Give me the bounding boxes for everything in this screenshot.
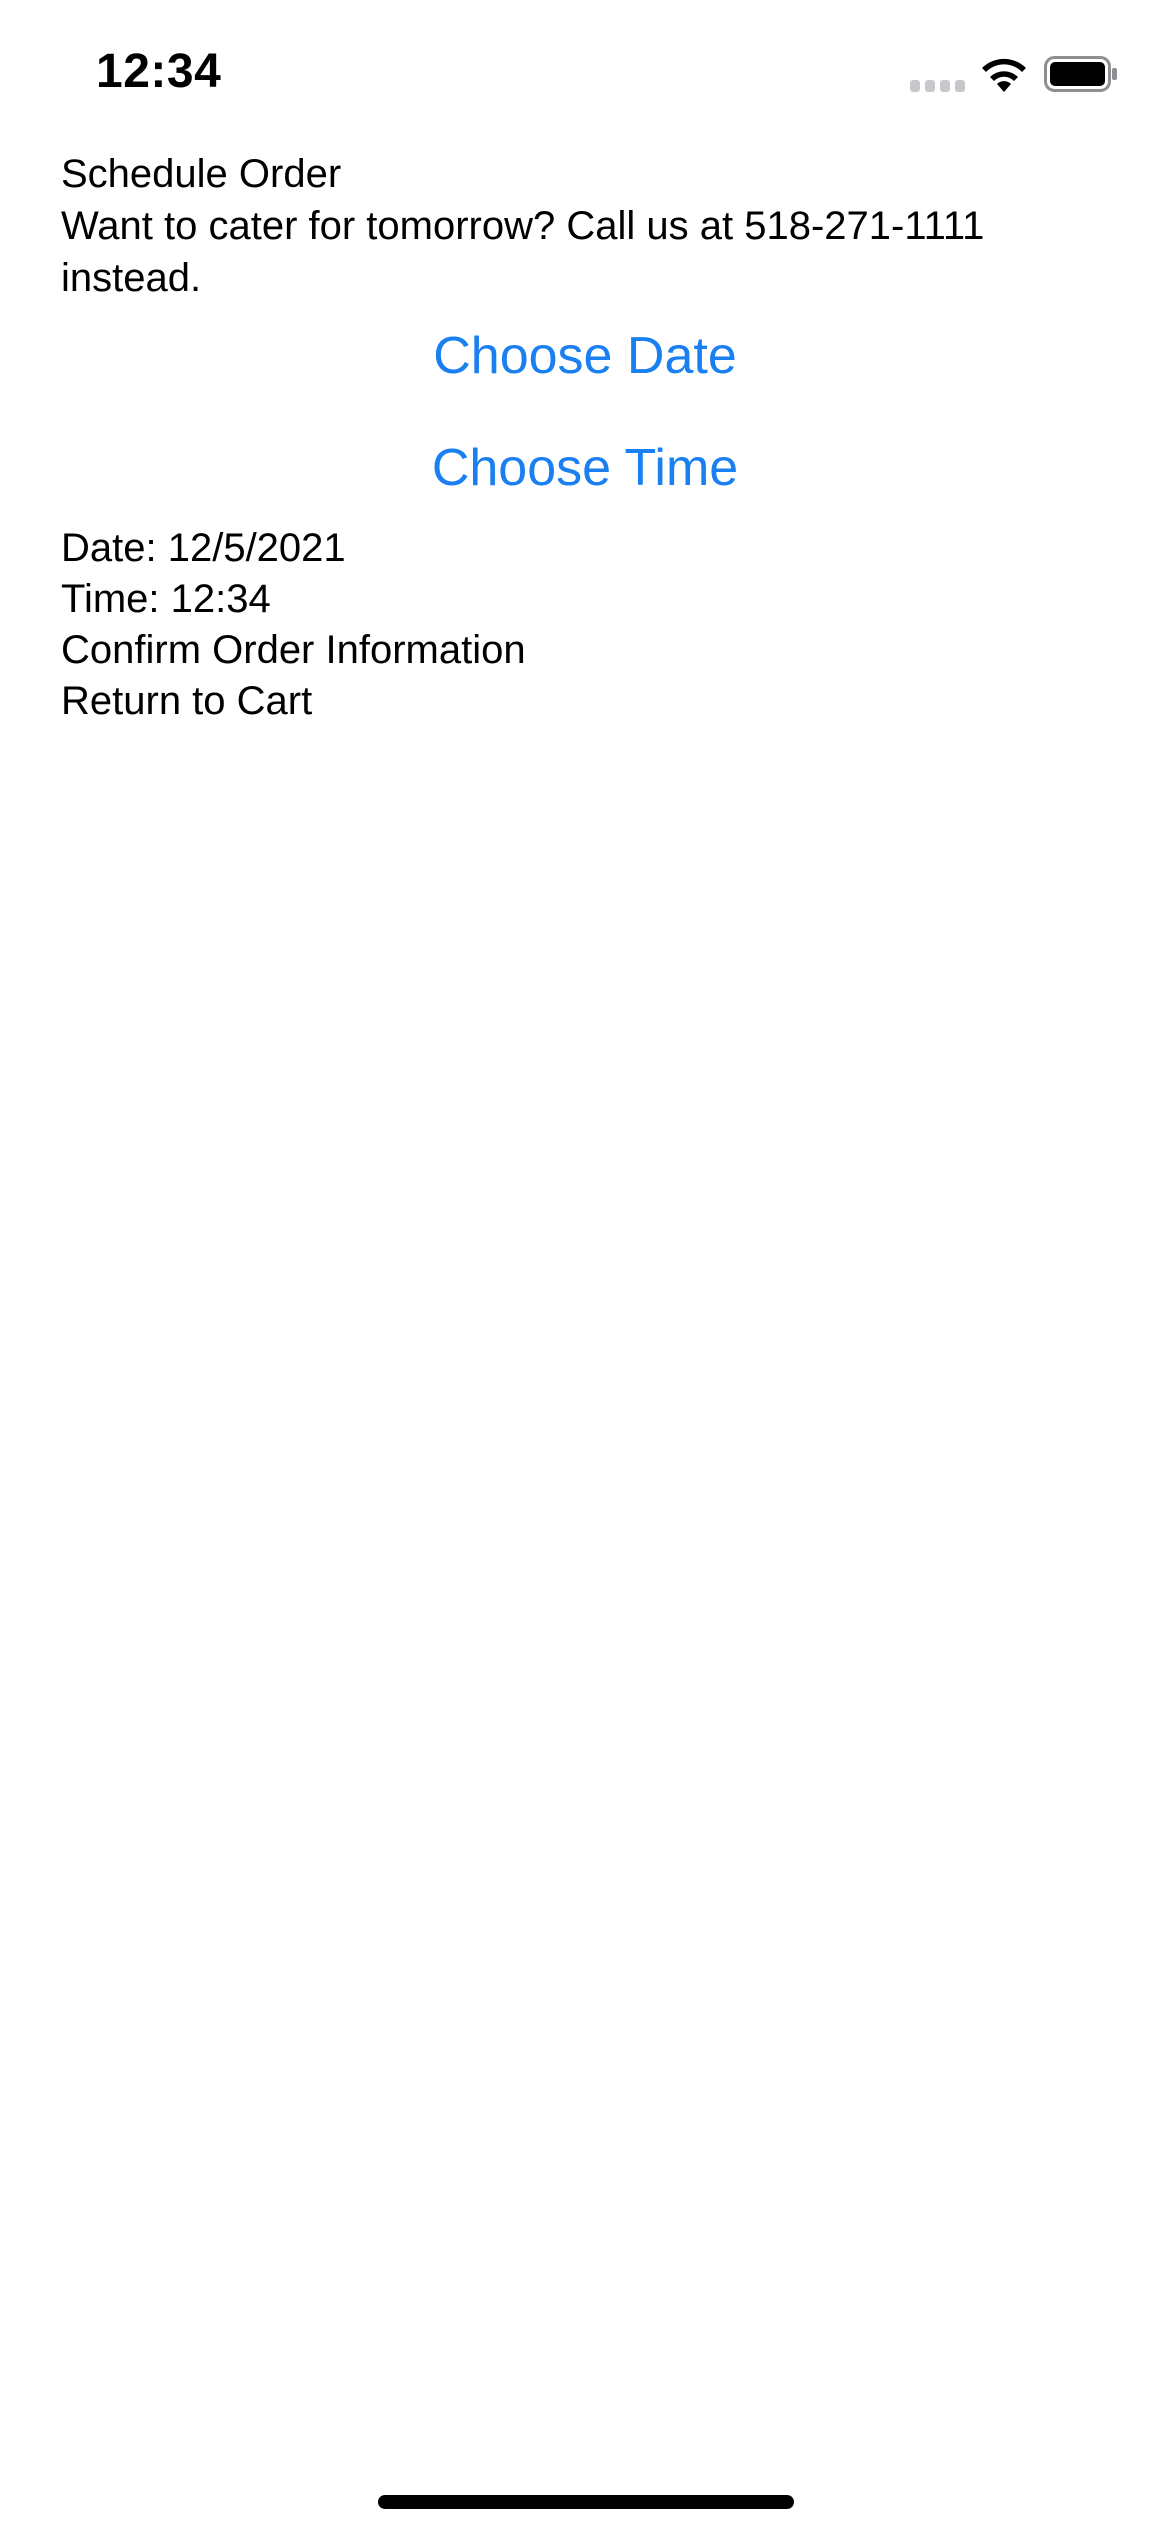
battery-icon <box>1044 56 1117 92</box>
home-indicator[interactable] <box>378 2495 794 2509</box>
catering-notice: Want to cater for tomorrow? Call us at 5… <box>61 204 985 300</box>
selected-time-text: Time: 12:34 <box>61 577 271 621</box>
status-time: 12:34 <box>96 45 222 98</box>
choose-date-button[interactable]: Choose Date <box>0 324 1170 388</box>
page-title: Schedule Order <box>61 152 342 196</box>
wifi-icon <box>982 58 1026 92</box>
selected-date-text: Date: 12/5/2021 <box>61 526 346 570</box>
return-to-cart-button[interactable]: Return to Cart <box>61 675 312 727</box>
confirm-order-button[interactable]: Confirm Order Information <box>61 624 526 676</box>
status-bar: 12:34 <box>0 0 1170 150</box>
choose-time-button[interactable]: Choose Time <box>0 436 1170 500</box>
cellular-signal-icon <box>910 80 966 92</box>
